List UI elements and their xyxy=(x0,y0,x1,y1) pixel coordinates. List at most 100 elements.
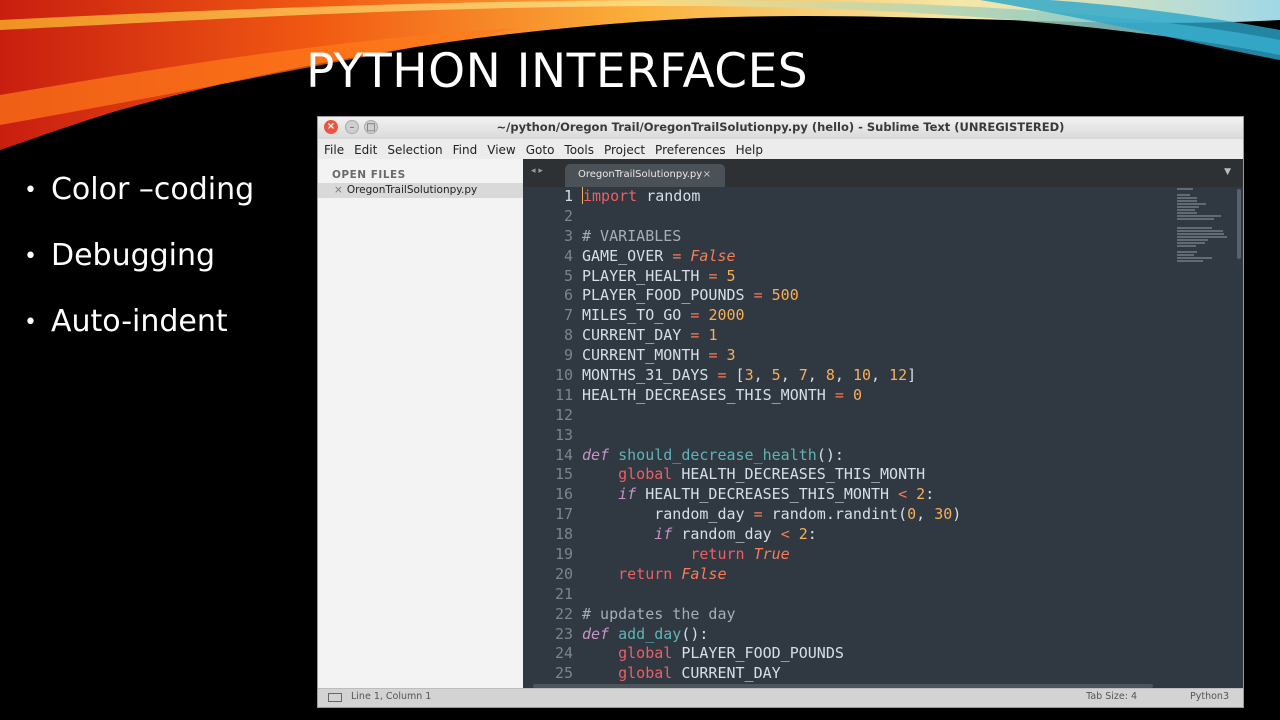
bullet-dot: • xyxy=(24,244,37,269)
line-number: 22 xyxy=(554,604,573,623)
tab-size-selector[interactable]: Tab Size: 4 xyxy=(1086,691,1137,702)
bullet-text: Debugging xyxy=(50,238,216,273)
code-line[interactable]: import random xyxy=(582,187,1175,207)
menu-help[interactable]: Help xyxy=(731,140,768,160)
tab-close-icon[interactable]: × xyxy=(703,164,711,186)
code-line[interactable] xyxy=(582,406,1175,426)
code-token: ) xyxy=(952,505,962,524)
menu-preferences[interactable]: Preferences xyxy=(650,140,731,160)
code-token: = xyxy=(753,505,763,524)
code-token: 30 xyxy=(934,505,953,524)
menu-selection[interactable]: Selection xyxy=(382,140,447,160)
code-token: HEALTH_DECREASES_THIS_MONTH xyxy=(672,465,926,484)
code-line[interactable]: # updates the day xyxy=(582,605,1175,625)
menu-view[interactable]: View xyxy=(482,140,520,160)
slide-title: PYTHON INTERFACES xyxy=(306,44,809,99)
code-line[interactable]: def should_decrease_health(): xyxy=(582,446,1175,466)
code-token: PLAYER_HEALTH xyxy=(582,266,709,285)
line-number: 23 xyxy=(554,624,573,643)
tab-dropdown-icon[interactable]: ▼ xyxy=(1224,167,1231,177)
line-number: 11 xyxy=(554,385,573,404)
code-token: random_day xyxy=(672,525,781,544)
minimap-line xyxy=(1177,218,1215,220)
minimap[interactable] xyxy=(1177,187,1233,427)
code-token: = xyxy=(753,286,763,305)
code-token: random_day xyxy=(582,505,754,524)
code-token: 0 xyxy=(907,505,917,524)
code-area[interactable]: import random # VARIABLES GAME_OVER = Fal… xyxy=(582,187,1175,684)
bullet-dot: • xyxy=(24,178,37,203)
bullet-item: • Color –coding xyxy=(24,172,254,238)
code-line[interactable]: PLAYER_HEALTH = 5 xyxy=(582,267,1175,287)
menu-goto[interactable]: Goto xyxy=(521,140,560,160)
menu-find[interactable]: Find xyxy=(448,140,483,160)
vertical-scrollbar[interactable] xyxy=(1237,189,1241,259)
code-line[interactable]: random_day = random.randint(0, 30) xyxy=(582,505,1175,525)
line-number: 17 xyxy=(554,505,573,524)
code-token: if xyxy=(618,485,637,504)
code-line[interactable] xyxy=(582,585,1175,605)
code-token: global xyxy=(618,644,673,663)
code-line[interactable] xyxy=(582,426,1175,446)
code-line[interactable]: return True xyxy=(582,545,1175,565)
menu-edit[interactable]: Edit xyxy=(349,140,382,160)
code-token: random.randint( xyxy=(762,505,908,524)
code-line[interactable]: HEALTH_DECREASES_THIS_MONTH = 0 xyxy=(582,386,1175,406)
code-token: 0 xyxy=(852,385,862,404)
code-line[interactable]: PLAYER_FOOD_POUNDS = 500 xyxy=(582,286,1175,306)
code-token: return xyxy=(618,564,673,583)
code-editor[interactable]: 1 2 3 4 5 6 7 8 9 10 11 12 13 14 15 16 17 18 19 20 21 22 23 24 2… xyxy=(523,187,1243,689)
code-line[interactable]: MILES_TO_GO = 2000 xyxy=(582,306,1175,326)
menu-project[interactable]: Project xyxy=(599,140,650,160)
code-token: MONTHS_31_DAYS xyxy=(582,366,718,385)
code-line[interactable]: def add_day(): xyxy=(582,625,1175,645)
menu-tools[interactable]: Tools xyxy=(559,140,599,160)
code-token: True xyxy=(753,545,790,564)
code-token: 1 xyxy=(708,326,718,345)
code-token: = xyxy=(834,385,844,404)
tab-nav-arrows-icon[interactable]: ◂ ▸ xyxy=(531,166,543,176)
code-token: PLAYER_FOOD_POUNDS xyxy=(672,644,844,663)
open-file-item[interactable]: × OregonTrailSolutionpy.py xyxy=(318,183,523,198)
code-token: CURRENT_MONTH xyxy=(582,346,709,365)
code-token: 8 xyxy=(825,366,835,385)
code-line[interactable]: MONTHS_31_DAYS = [3, 5, 7, 8, 10, 12] xyxy=(582,366,1175,386)
code-line[interactable]: CURRENT_DAY = 1 xyxy=(582,326,1175,346)
line-number: 3 xyxy=(563,226,573,245)
tab-oregon-trail-solution[interactable]: OregonTrailSolutionpy.py × xyxy=(565,164,725,187)
minimap-line xyxy=(1177,245,1197,247)
code-token: , xyxy=(753,366,772,385)
code-line[interactable]: CURRENT_MONTH = 3 xyxy=(582,346,1175,366)
code-line[interactable]: if random_day < 2: xyxy=(582,525,1175,545)
minimap-line xyxy=(1177,227,1212,229)
close-file-icon[interactable]: × xyxy=(334,184,343,196)
code-line[interactable]: GAME_OVER = False xyxy=(582,247,1175,267)
syntax-selector[interactable]: Python3 xyxy=(1190,691,1229,702)
code-line[interactable]: # VARIABLES xyxy=(582,227,1175,247)
code-line[interactable]: if HEALTH_DECREASES_THIS_MONTH < 2: xyxy=(582,485,1175,505)
window-titlebar[interactable]: × – □ ~/python/Oregon Trail/OregonTrailS… xyxy=(318,117,1243,140)
code-line[interactable]: global HEALTH_DECREASES_THIS_MONTH xyxy=(582,465,1175,485)
code-token: global xyxy=(618,465,673,484)
code-token: 500 xyxy=(771,286,799,305)
code-token: GAME_OVER xyxy=(582,246,673,265)
bullet-item: • Debugging xyxy=(24,238,254,304)
line-number: 20 xyxy=(554,564,573,583)
menu-file[interactable]: File xyxy=(318,140,349,160)
code-line[interactable]: global CURRENT_DAY xyxy=(582,664,1175,684)
code-token: add_day xyxy=(618,624,682,643)
minimap-line xyxy=(1177,254,1194,256)
code-line[interactable]: global PLAYER_FOOD_POUNDS xyxy=(582,644,1175,664)
minimap-line xyxy=(1177,239,1209,241)
code-token: # updates the day xyxy=(582,604,736,623)
code-line[interactable]: return False xyxy=(582,565,1175,585)
sidebar: OPEN FILES × OregonTrailSolutionpy.py xyxy=(318,159,523,689)
code-line[interactable] xyxy=(582,207,1175,227)
code-token: CURRENT_DAY xyxy=(582,326,691,345)
panel-toggle-icon[interactable] xyxy=(328,693,342,702)
minimap-line xyxy=(1177,251,1198,253)
